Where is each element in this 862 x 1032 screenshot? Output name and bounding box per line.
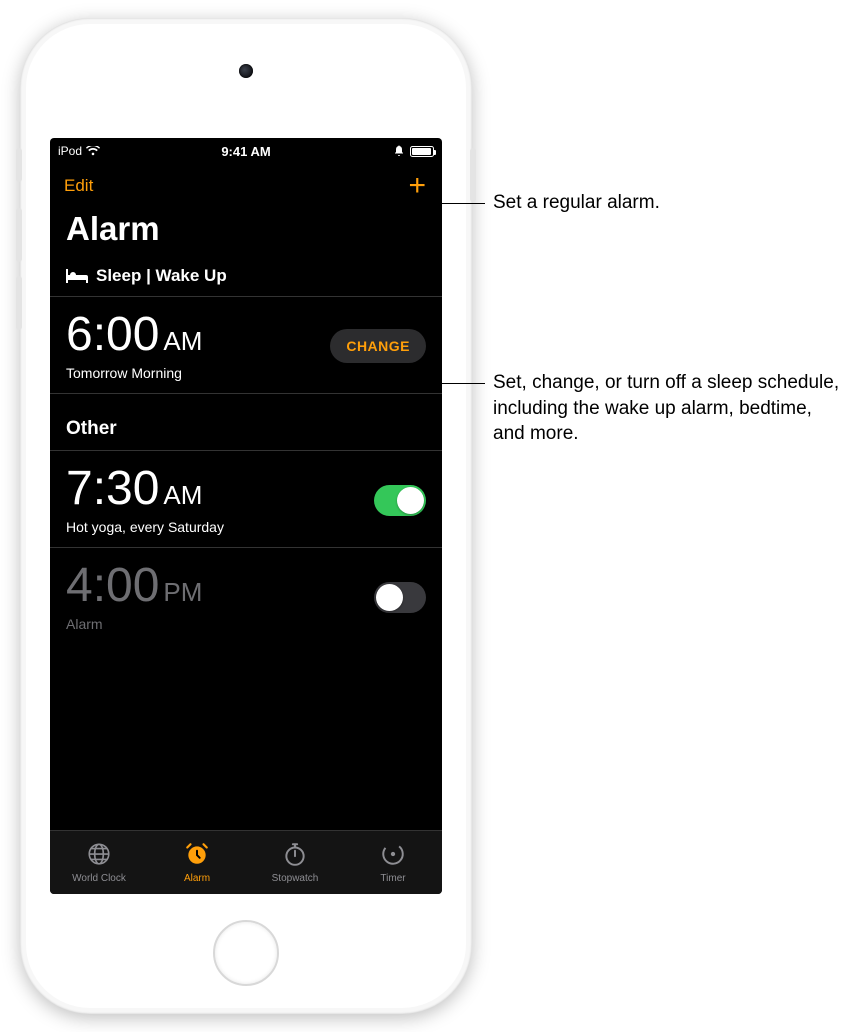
alarm-subtitle: Alarm [66,616,202,632]
device-label: iPod [58,144,82,158]
alarm-toggle[interactable] [374,582,426,613]
tab-label: Timer [380,873,405,884]
sleep-header-label: Sleep | Wake Up [96,266,227,286]
globe-icon [86,841,112,870]
bed-icon [66,269,88,283]
tab-label: Stopwatch [272,873,319,884]
stopwatch-icon [282,841,308,870]
sleep-section-header: Sleep | Wake Up [50,262,442,297]
alarm-clock-icon [184,841,210,870]
power-button [470,148,476,202]
timer-icon [380,841,406,870]
tab-alarm[interactable]: Alarm [148,831,246,894]
alarm-toggle[interactable] [374,485,426,516]
alarm-subtitle: Hot yoga, every Saturday [66,519,224,535]
alarm-row[interactable]: 4:00 PM Alarm [50,548,442,644]
tab-label: Alarm [184,873,210,884]
tab-label: World Clock [72,873,126,884]
tab-timer[interactable]: Timer [344,831,442,894]
other-section-header: Other [50,394,442,451]
front-camera [239,64,253,78]
status-bar: iPod 9:41 AM [50,138,442,160]
screen: iPod 9:41 AM Edit + Alarm Sl [50,138,442,894]
wifi-icon [86,146,100,156]
mute-switch [16,148,22,182]
alarm-time: 7:30 AM [66,465,224,513]
sleep-subtitle: Tomorrow Morning [66,365,202,381]
callout-leader-line [418,203,485,204]
page-title: Alarm [50,206,442,262]
callout-change-schedule: Set, change, or turn off a sleep schedul… [493,370,843,447]
alarm-row[interactable]: 7:30 AM Hot yoga, every Saturday [50,451,442,548]
tab-stopwatch[interactable]: Stopwatch [246,831,344,894]
device-frame: iPod 9:41 AM Edit + Alarm Sl [20,18,472,1014]
volume-up-button [16,208,22,262]
change-button[interactable]: CHANGE [330,329,426,363]
status-time: 9:41 AM [221,144,270,159]
add-alarm-button[interactable]: + [408,176,428,196]
sleep-alarm-row: 6:00 AM Tomorrow Morning CHANGE [50,297,442,394]
alarm-status-icon [393,145,405,157]
edit-button[interactable]: Edit [64,176,93,196]
callout-leader-line [401,383,485,384]
callout-add-alarm: Set a regular alarm. [493,190,833,216]
tab-world-clock[interactable]: World Clock [50,831,148,894]
tab-bar: World Clock Alarm Stopwatch Timer [50,830,442,894]
volume-down-button [16,276,22,330]
alarm-time: 4:00 PM [66,562,202,610]
nav-bar: Edit + [50,160,442,206]
sleep-time: 6:00 AM [66,311,202,359]
other-header-label: Other [66,418,117,440]
battery-icon [410,146,434,157]
home-button[interactable] [213,920,279,986]
